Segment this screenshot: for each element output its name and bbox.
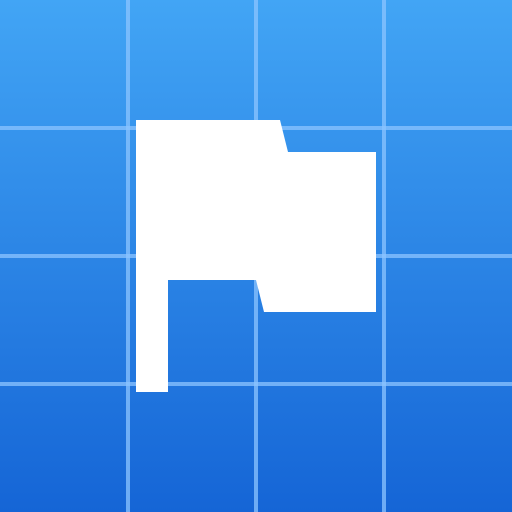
flag-cloth-lower [256, 152, 376, 312]
app-icon-canvas [0, 0, 512, 512]
app-icon[interactable] [0, 0, 512, 512]
